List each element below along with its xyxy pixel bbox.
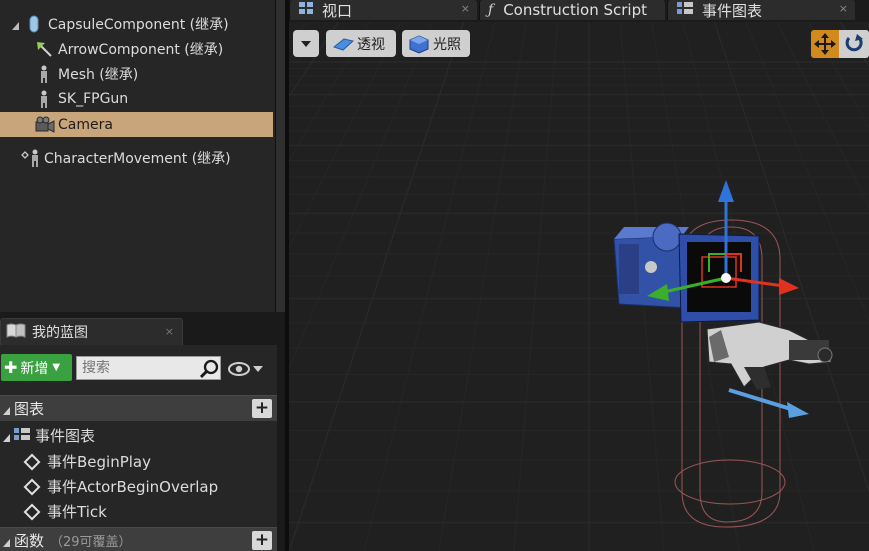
viewport-canvas[interactable] [289, 22, 869, 551]
tab-label: Construction Script [503, 1, 647, 19]
components-tree: CapsuleComponent (继承) ArrowComponent (继承… [0, 0, 276, 312]
transform-gizmo[interactable] [289, 22, 869, 551]
functions-override-count: （29可覆盖） [50, 535, 132, 550]
graph-icon [13, 426, 31, 446]
event-node-icon [23, 478, 41, 495]
move-arrows-icon [814, 33, 836, 55]
tree-item-label: Camera [58, 116, 113, 133]
lit-cube-icon [409, 34, 429, 54]
tab-label: 事件图表 [702, 1, 763, 20]
lit-mode-button[interactable]: 光照 [402, 30, 470, 57]
viewport-options-button[interactable] [293, 30, 319, 57]
expand-arrow-icon[interactable] [2, 431, 12, 442]
tree-item-capsule[interactable]: CapsuleComponent (继承) [0, 11, 273, 36]
expand-arrow-icon[interactable] [11, 19, 21, 30]
blueprint-book-icon [6, 322, 26, 342]
lit-label: 光照 [433, 36, 461, 53]
arrow-component-icon [35, 40, 53, 58]
close-icon[interactable]: × [165, 325, 174, 338]
event-item-beginplay[interactable]: 事件BeginPlay [0, 449, 277, 474]
tab-label: 我的蓝图 [32, 325, 88, 341]
left-panel: CapsuleComponent (继承) ArrowComponent (继承… [0, 0, 285, 551]
event-item-tick[interactable]: 事件Tick [0, 499, 277, 524]
tab-label: 视口 [322, 1, 353, 20]
rotate-mode-button[interactable] [839, 30, 869, 58]
perspective-button[interactable]: 透视 [326, 30, 396, 57]
tree-item-label: SK_FPGun [58, 90, 129, 107]
graph-icon [676, 1, 694, 19]
tab-event-graph[interactable]: 事件图表 × [667, 0, 855, 20]
tree-item-label: CapsuleComponent (继承) [48, 16, 229, 33]
movement-icon [20, 149, 42, 167]
search-icon[interactable] [199, 359, 219, 379]
event-label: 事件ActorBeginOverlap [47, 478, 219, 496]
viewport-icon [298, 1, 314, 19]
camera-icon [34, 116, 55, 134]
add-new-label: 新增 [20, 360, 49, 377]
tree-item-label: ArrowComponent (继承) [58, 41, 224, 58]
tab-viewport[interactable]: 视口 × [289, 0, 477, 20]
capsule-icon [25, 15, 43, 33]
close-icon[interactable]: × [839, 2, 848, 15]
expand-arrow-icon[interactable] [2, 404, 12, 415]
functions-section-label: 函数 [14, 532, 45, 550]
view-options-button[interactable] [227, 359, 267, 379]
perspective-label: 透视 [357, 36, 385, 53]
tree-item-mesh[interactable]: Mesh (继承) [0, 61, 273, 86]
add-function-button[interactable]: + [252, 531, 272, 550]
close-icon[interactable]: × [461, 2, 470, 15]
add-new-button[interactable]: ✚ 新增 ▼ [1, 354, 72, 381]
graphs-section-label: 图表 [14, 400, 45, 418]
rotate-icon [845, 34, 863, 52]
translate-mode-button[interactable] [811, 30, 839, 58]
functions-section-header[interactable]: 函数 （29可覆盖） + [0, 527, 277, 551]
event-node-icon [23, 453, 41, 470]
event-label: 事件BeginPlay [47, 453, 151, 471]
event-node-icon [23, 503, 41, 520]
chevron-down-icon: ▼ [52, 362, 61, 373]
components-scrollbar[interactable] [276, 0, 285, 312]
plus-icon: ✚ [4, 358, 18, 377]
expand-arrow-icon[interactable] [2, 536, 12, 547]
event-graph-item[interactable]: 事件图表 [0, 423, 277, 448]
skeletal-mesh-icon [35, 90, 53, 108]
graphs-section-header[interactable]: 图表 + [0, 395, 277, 421]
tree-item-character-movement[interactable]: CharacterMovement (继承) [0, 145, 273, 170]
tree-item-sk-fpgun[interactable]: SK_FPGun [0, 86, 273, 111]
tree-item-arrow-component[interactable]: ArrowComponent (继承) [0, 36, 273, 61]
editor-tab-bar: 视口 × ƒ Construction Script 事件图表 × [289, 0, 869, 22]
skeletal-mesh-icon [35, 65, 53, 83]
function-icon: ƒ [488, 2, 494, 18]
add-graph-button[interactable]: + [252, 399, 272, 418]
tree-item-label: CharacterMovement (继承) [44, 150, 231, 167]
event-label: 事件Tick [47, 503, 107, 521]
perspective-icon [332, 37, 354, 51]
tree-item-camera[interactable]: Camera [0, 112, 273, 137]
tab-construction-script[interactable]: ƒ Construction Script [479, 0, 665, 20]
tab-my-blueprint[interactable]: 我的蓝图 × [0, 318, 183, 345]
tree-item-label: Mesh (继承) [58, 66, 139, 83]
event-graph-label: 事件图表 [35, 427, 96, 445]
event-item-actorbeginoverlap[interactable]: 事件ActorBeginOverlap [0, 474, 277, 499]
